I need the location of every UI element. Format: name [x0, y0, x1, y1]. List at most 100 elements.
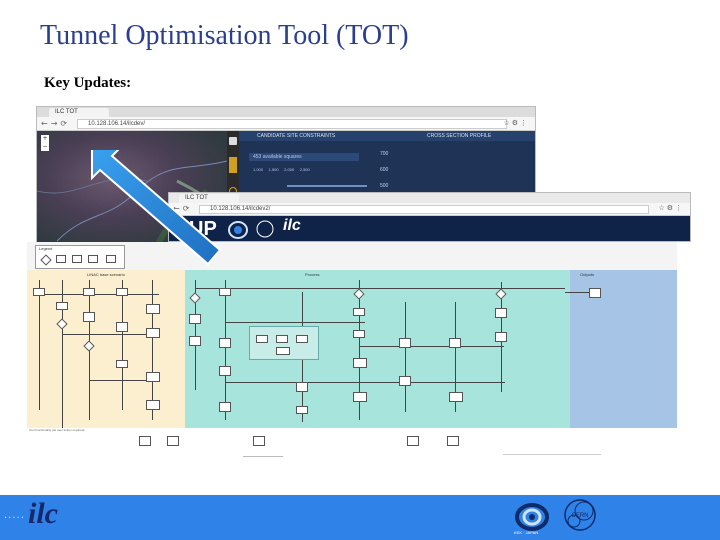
lane-label: LINAC base scenario [87, 272, 125, 277]
flow-node [495, 332, 507, 342]
connector [359, 346, 504, 347]
cern-label: CERN [571, 513, 588, 519]
browser-window-secondary: ILC TOT ←⟳ 10.128.106.14/ilcdev2/ ☆⚙⋮ UP… [168, 192, 691, 242]
connector [225, 382, 505, 383]
ilc-logo: ilc [28, 497, 58, 530]
legend-decision-icon [40, 254, 52, 266]
scale-value: 1,500 [268, 167, 279, 172]
connector [195, 288, 565, 289]
connector [122, 280, 123, 410]
kek-logo [515, 503, 549, 531]
reload-icon[interactable]: ⟳ [60, 119, 70, 128]
flow-node [296, 335, 308, 343]
cern-logo: CERN [564, 499, 596, 531]
panel-header: CANDIDATE SITE CONSTRAINTS CROSS SECTION… [227, 131, 535, 141]
flow-node [449, 392, 463, 402]
connector [152, 280, 153, 420]
connector [225, 322, 365, 323]
tab-strip: ILC TOT [37, 107, 535, 117]
lane-label: Outputs [580, 272, 595, 277]
divider [503, 454, 601, 455]
flow-node [116, 322, 128, 332]
connector [405, 302, 406, 412]
flow-node [407, 436, 419, 446]
slide-title: Tunnel Optimisation Tool (TOT) [40, 20, 409, 51]
flow-node [296, 406, 308, 414]
diagram-footer: Tool functionality (as user action requi… [27, 428, 677, 460]
flow-node [296, 382, 308, 392]
scale-value: 2,500 [299, 167, 310, 172]
slide-subtitle: Key Updates: [44, 75, 132, 91]
output-node [589, 288, 601, 298]
menu-icon[interactable]: ⋮ [675, 204, 684, 212]
footer-band: ····· ilc KEK · JAPAN CERN [0, 495, 720, 540]
panel-header-left: CANDIDATE SITE CONSTRAINTS [257, 133, 336, 139]
flow-node [399, 376, 411, 386]
lane-outputs: Outputs [570, 270, 677, 428]
divider [243, 456, 283, 457]
scale-value: 2,000 [284, 167, 295, 172]
lane-label: Process [305, 272, 320, 277]
footer-dots: ····· [4, 513, 25, 524]
flow-node [353, 358, 367, 368]
star-icon[interactable]: ☆ [503, 119, 511, 127]
flow-node [449, 338, 461, 348]
app-banner: UP ilc [169, 216, 690, 241]
flow-node [399, 338, 411, 348]
flow-node [146, 328, 160, 338]
nav-icons: ←→⟳ [41, 119, 70, 128]
range-track[interactable] [287, 185, 367, 187]
flow-node [116, 288, 128, 296]
panel-header-right: CROSS SECTION PROFILE [427, 133, 492, 139]
connector [39, 280, 40, 410]
back-icon[interactable]: ← [41, 119, 51, 128]
flow-node [139, 436, 151, 446]
flow-node [116, 360, 128, 368]
extension-icon[interactable]: ⚙ [667, 204, 675, 212]
extension-icons: ☆⚙⋮ [658, 204, 684, 212]
flow-node [189, 336, 201, 346]
flow-node [146, 304, 160, 314]
legend-title: Legend [39, 246, 53, 251]
extension-icons: ☆⚙⋮ [503, 119, 529, 127]
flow-node [83, 288, 95, 296]
flow-node [276, 335, 288, 343]
flow-node [219, 288, 231, 296]
scale-value: 1,000 [253, 167, 264, 172]
extension-icon[interactable]: ⚙ [512, 119, 520, 127]
forward-icon[interactable]: → [51, 119, 61, 128]
flow-node [146, 372, 160, 382]
flow-node [146, 400, 160, 410]
flow-node [33, 288, 45, 296]
flow-node [253, 436, 265, 446]
flow-node [189, 314, 201, 324]
flow-node [219, 366, 231, 376]
lane-process: Process [185, 270, 570, 428]
url-field[interactable]: 10.128.106.14/ilcdev/ [77, 119, 507, 129]
highlight-arrow [91, 150, 222, 266]
address-bar: ←⟳ 10.128.106.14/ilcdev2/ ☆⚙⋮ [169, 203, 690, 216]
available-squares-slider[interactable]: 453 available squares [249, 153, 359, 161]
bottom-note: Tool functionality (as user action requi… [29, 428, 85, 432]
flow-node [353, 308, 365, 316]
flow-node [353, 392, 367, 402]
flow-node [495, 308, 507, 318]
scale-values: 1,000 1,500 2,000 2,500 [253, 167, 310, 172]
flow-node [447, 436, 459, 446]
ilc-mini-logo: ilc [283, 217, 301, 234]
workflow-diagram: Legend LINAC base scenario Process Outpu… [27, 242, 677, 460]
menu-icon[interactable]: ⋮ [520, 119, 529, 127]
flow-node [219, 338, 231, 348]
connector [225, 280, 226, 420]
flow-node [276, 347, 290, 355]
flow-node [353, 330, 365, 338]
y-tick: 500 [380, 183, 389, 189]
url-field[interactable]: 10.128.106.14/ilcdev2/ [199, 205, 649, 214]
kek-caption: KEK · JAPAN [514, 530, 539, 535]
connector [39, 294, 159, 295]
browser-tab[interactable]: ILC TOT [49, 108, 109, 117]
star-icon[interactable]: ☆ [658, 204, 666, 212]
address-bar: ←→⟳ 10.128.106.14/ilcdev/ ☆⚙⋮ [37, 117, 535, 131]
layers-icon[interactable] [229, 137, 237, 145]
legend-process-icon [56, 255, 66, 263]
